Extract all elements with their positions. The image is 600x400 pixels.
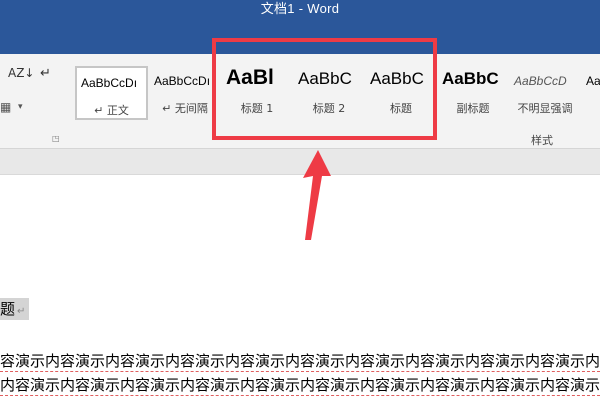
annotation-arrow-icon	[303, 150, 331, 240]
